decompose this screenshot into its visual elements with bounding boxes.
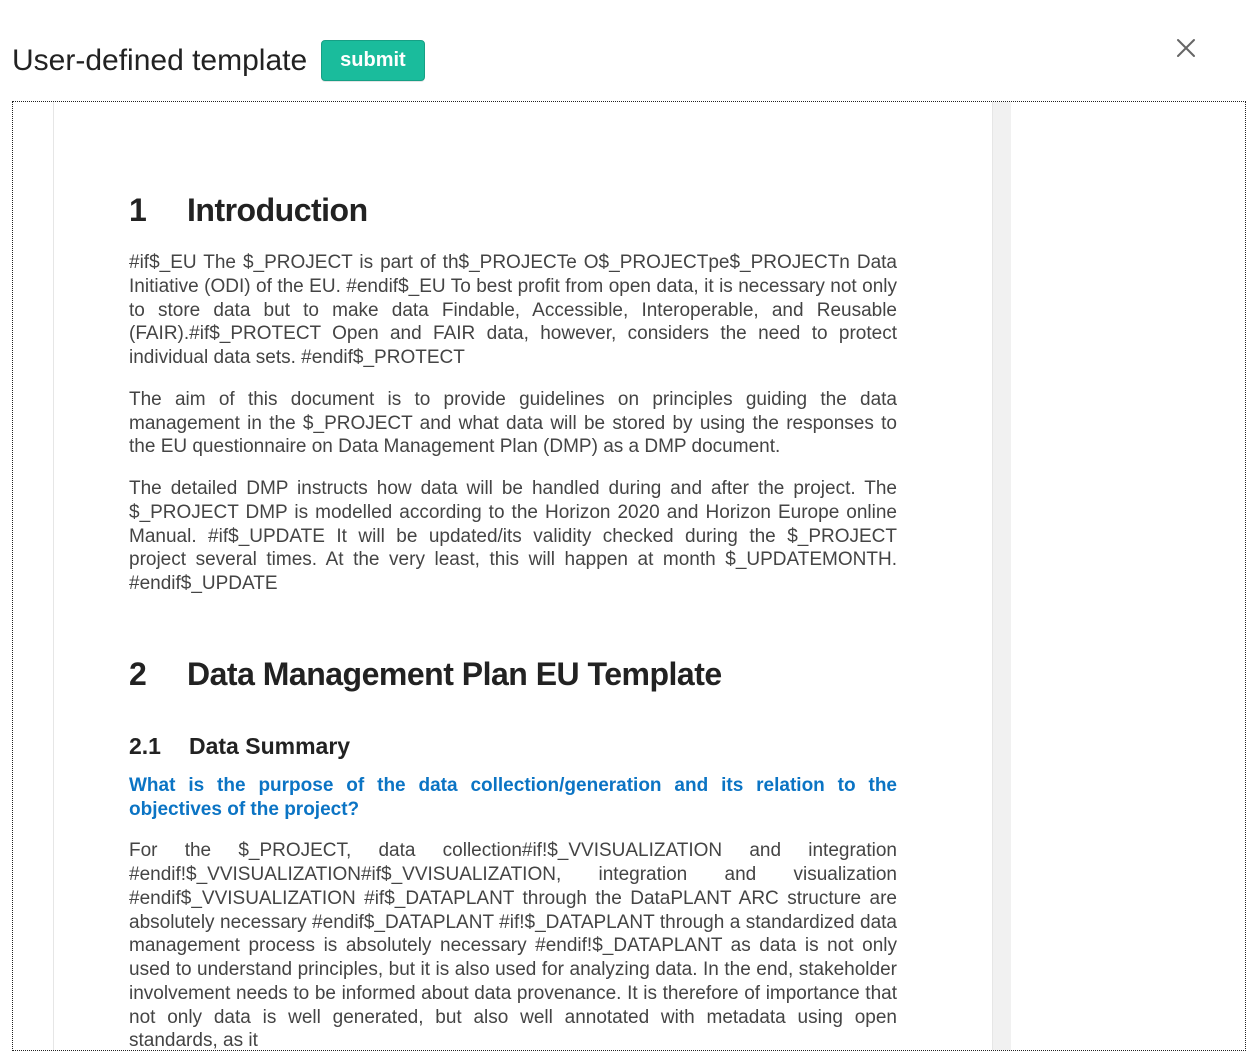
header-title: User-defined template	[12, 44, 307, 78]
subsection-2-1-heading: 2.1Data Summary	[129, 733, 897, 760]
question-heading: What is the purpose of the data collecti…	[129, 774, 897, 822]
document-page[interactable]: 1Introduction #if$_EU The $_PROJECT is p…	[53, 102, 993, 1050]
scrollbar-gutter[interactable]	[993, 102, 1011, 1050]
section-number: 2	[129, 656, 187, 693]
page-wrap: 1Introduction #if$_EU The $_PROJECT is p…	[53, 102, 1011, 1050]
subsection-number: 2.1	[129, 733, 189, 760]
submit-button[interactable]: submit	[321, 40, 425, 81]
paragraph: The aim of this document is to provide g…	[129, 388, 897, 459]
close-icon[interactable]	[1174, 36, 1198, 60]
section-1-heading: 1Introduction	[129, 192, 897, 229]
section-title: Data Management Plan EU Template	[187, 656, 722, 692]
header-bar: User-defined template submit	[0, 0, 1258, 101]
document-frame: 1Introduction #if$_EU The $_PROJECT is p…	[12, 101, 1246, 1051]
paragraph: The detailed DMP instructs how data will…	[129, 477, 897, 596]
section-2-heading: 2Data Management Plan EU Template	[129, 656, 897, 693]
section-title: Introduction	[187, 192, 368, 228]
section-number: 1	[129, 192, 187, 229]
subsection-title: Data Summary	[189, 733, 350, 759]
paragraph: For the $_PROJECT, data collection#if!$_…	[129, 839, 897, 1053]
paragraph: #if$_EU The $_PROJECT is part of th$_PRO…	[129, 251, 897, 370]
